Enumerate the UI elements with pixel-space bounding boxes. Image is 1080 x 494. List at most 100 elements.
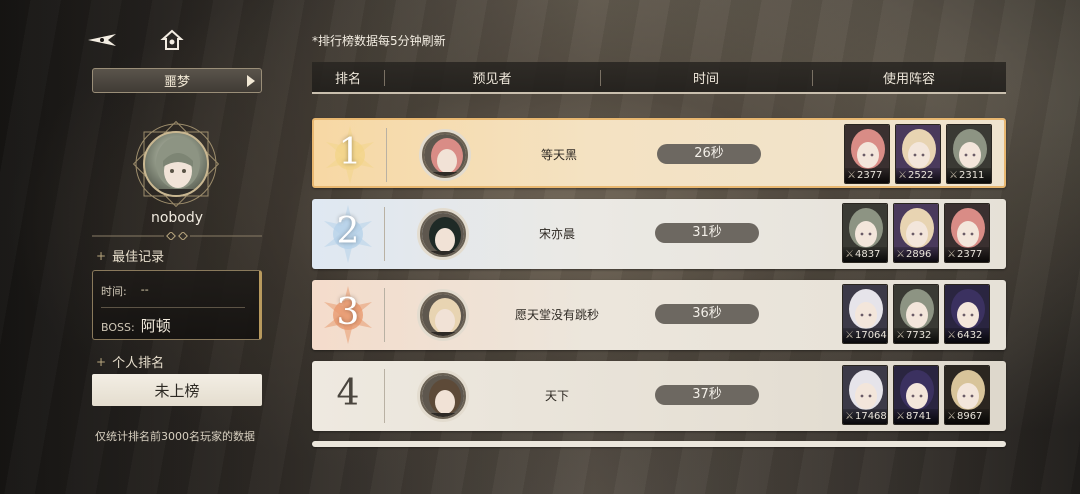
power-label: ⚔2377 xyxy=(945,247,989,262)
avatar-portrait xyxy=(143,131,209,197)
power-label: ⚔2896 xyxy=(894,247,938,262)
player-avatar xyxy=(130,118,222,210)
rank-area: 3 xyxy=(312,280,384,350)
personal-rank-value: 未上榜 xyxy=(154,381,200,400)
header-rank: 排名 xyxy=(334,71,361,87)
clear-time: 31秒 xyxy=(655,223,759,243)
clear-time: 36秒 xyxy=(655,304,759,324)
team-lineup: ⚔17468 ⚔8741 ⚔8967 xyxy=(842,365,990,425)
power-value: 2896 xyxy=(905,249,932,260)
power-value: 17468 xyxy=(854,411,887,422)
power-label: ⚔2377 xyxy=(845,168,889,183)
time-label: 时间: xyxy=(101,285,127,298)
power-value: 4837 xyxy=(854,249,881,260)
rank-number: 3 xyxy=(336,292,360,333)
character-card[interactable]: ⚔2522 xyxy=(895,124,941,184)
power-label: ⚔2311 xyxy=(947,168,991,183)
power-label: ⚔4837 xyxy=(843,247,887,262)
play-arrow-icon xyxy=(247,75,255,87)
leaderboard-row[interactable]: 4 天下 37秒 ⚔17468 ⚔8741 ⚔8967 xyxy=(312,361,1006,431)
player-name: 宋亦晨 xyxy=(538,227,575,241)
stats-note: 仅统计排名前3000名玩家的数据 xyxy=(95,430,255,443)
character-card[interactable]: ⚔8967 xyxy=(944,365,990,425)
ornament-divider xyxy=(92,232,262,240)
power-label: ⚔8741 xyxy=(894,409,938,424)
player-name: 愿天堂没有跳秒 xyxy=(514,308,599,322)
player-avatar[interactable] xyxy=(422,132,468,178)
power-value: 8741 xyxy=(905,411,932,422)
player-name: 等天黑 xyxy=(540,148,577,162)
power-value: 7732 xyxy=(905,330,932,341)
power-value: 8967 xyxy=(956,411,983,422)
list-item-partial[interactable] xyxy=(312,441,1006,447)
sword-icon: ⚔ xyxy=(898,170,907,181)
power-value: 2522 xyxy=(907,170,934,181)
back-icon[interactable] xyxy=(86,28,120,52)
power-value: 6432 xyxy=(956,330,983,341)
character-card[interactable]: ⚔2377 xyxy=(944,203,990,263)
clear-time: 26秒 xyxy=(657,144,761,164)
player-avatar[interactable] xyxy=(420,292,466,338)
boss-label: BOSS: xyxy=(101,321,135,334)
sword-icon: ⚔ xyxy=(845,411,854,422)
character-card[interactable]: ⚔2896 xyxy=(893,203,939,263)
team-lineup: ⚔17064 ⚔7732 ⚔6432 xyxy=(842,284,990,344)
home-icon[interactable] xyxy=(160,28,194,52)
refresh-note: *排行榜数据每5分钟刷新 xyxy=(312,34,446,48)
power-value: 2377 xyxy=(856,170,883,181)
difficulty-select[interactable]: 噩梦 xyxy=(92,68,262,93)
sword-icon: ⚔ xyxy=(847,170,856,181)
leaderboard-row[interactable]: 1 等天黑 26秒 ⚔2377 ⚔2522 ⚔2311 xyxy=(312,118,1006,188)
sword-icon: ⚔ xyxy=(845,330,854,341)
rank-area: 1 xyxy=(314,120,386,186)
divider xyxy=(384,288,385,342)
player-avatar[interactable] xyxy=(420,211,466,257)
rank-number: 2 xyxy=(336,211,360,252)
leaderboard-row[interactable]: 2 宋亦晨 31秒 ⚔4837 ⚔2896 ⚔2377 xyxy=(312,199,1006,269)
power-label: ⚔2522 xyxy=(896,168,940,183)
character-card[interactable]: ⚔2311 xyxy=(946,124,992,184)
clear-time: 37秒 xyxy=(655,385,759,405)
character-card[interactable]: ⚔17468 xyxy=(842,365,888,425)
character-card[interactable]: ⚔8741 xyxy=(893,365,939,425)
divider xyxy=(384,207,385,261)
header-time: 时间 xyxy=(692,71,719,87)
boss-value: 阿顿 xyxy=(140,317,171,335)
sword-icon: ⚔ xyxy=(949,170,958,181)
leaderboard-row[interactable]: 3 愿天堂没有跳秒 36秒 ⚔17064 ⚔7732 ⚔6432 xyxy=(312,280,1006,350)
personal-rank-title: + 个人排名 xyxy=(96,354,165,372)
best-record-title: + 最佳记录 xyxy=(96,248,165,266)
power-value: 2311 xyxy=(958,170,985,181)
character-card[interactable]: ⚔7732 xyxy=(893,284,939,344)
character-card[interactable]: ⚔4837 xyxy=(842,203,888,263)
plus-icon: + xyxy=(96,354,107,369)
player-avatar[interactable] xyxy=(420,373,466,419)
power-label: ⚔8967 xyxy=(945,409,989,424)
player-name: nobody xyxy=(150,210,204,226)
team-lineup: ⚔4837 ⚔2896 ⚔2377 xyxy=(842,203,990,263)
header-team: 使用阵容 xyxy=(882,71,935,87)
divider xyxy=(384,369,385,423)
character-card[interactable]: ⚔2377 xyxy=(844,124,890,184)
power-label: ⚔7732 xyxy=(894,328,938,343)
personal-rank-box: 未上榜 xyxy=(92,374,262,406)
leaderboard-header: 排名 预见者 时间 使用阵容 xyxy=(312,62,1006,94)
rank-area: 4 xyxy=(312,361,384,431)
power-value: 2377 xyxy=(956,249,983,260)
player-name: 天下 xyxy=(544,389,569,403)
character-card[interactable]: ⚔6432 xyxy=(944,284,990,344)
difficulty-label: 噩梦 xyxy=(163,75,190,90)
rank-number: 4 xyxy=(336,373,360,414)
time-value: -- xyxy=(140,283,149,296)
divider xyxy=(101,307,245,308)
sword-icon: ⚔ xyxy=(896,330,905,341)
divider xyxy=(386,128,387,182)
rank-number: 1 xyxy=(338,132,362,173)
character-card[interactable]: ⚔17064 xyxy=(842,284,888,344)
sword-icon: ⚔ xyxy=(947,411,956,422)
sword-icon: ⚔ xyxy=(947,330,956,341)
sword-icon: ⚔ xyxy=(896,411,905,422)
power-label: ⚔6432 xyxy=(945,328,989,343)
team-lineup: ⚔2377 ⚔2522 ⚔2311 xyxy=(844,124,992,184)
sword-icon: ⚔ xyxy=(947,249,956,260)
